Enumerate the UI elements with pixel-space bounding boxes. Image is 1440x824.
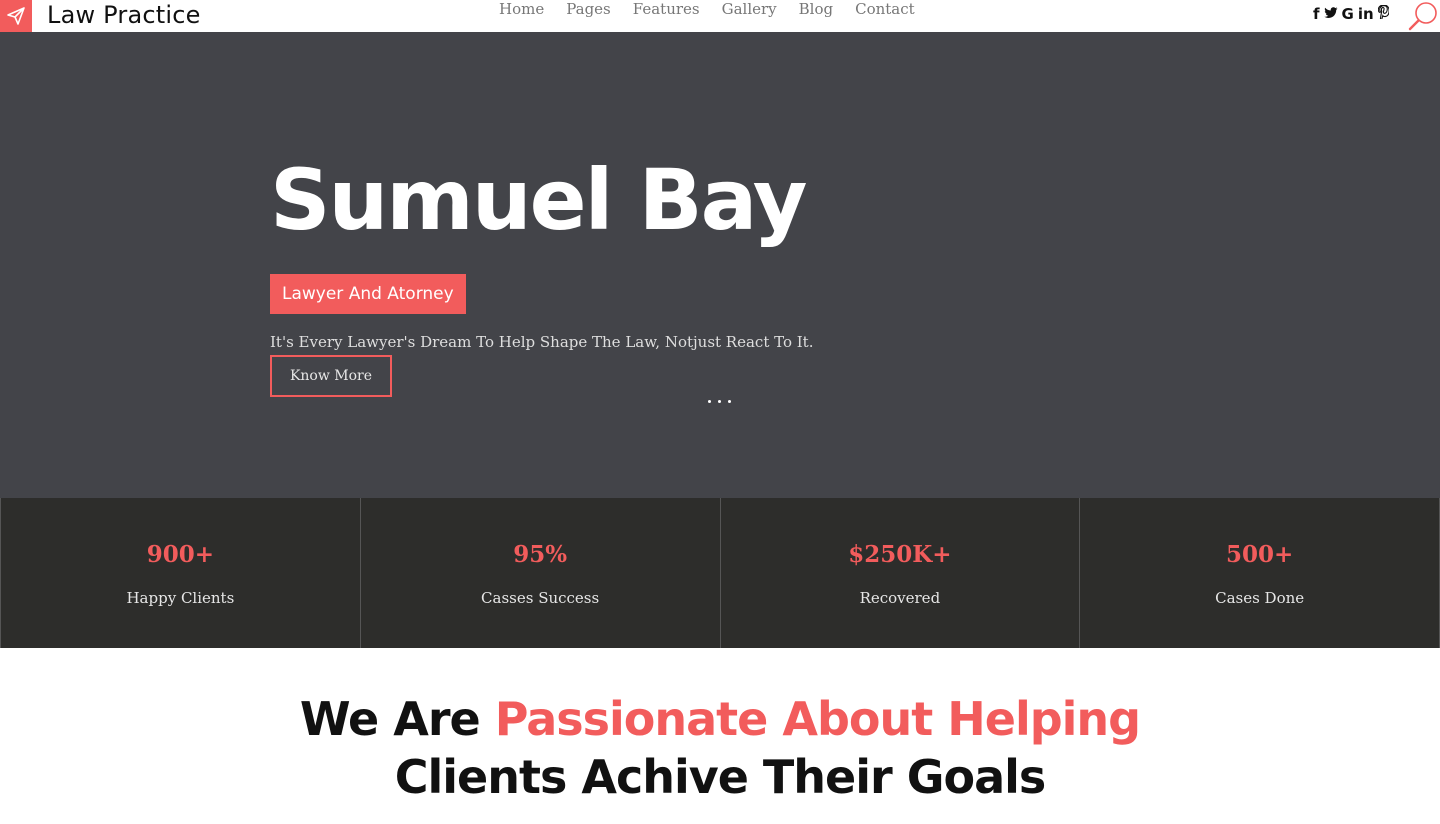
stat-value: 900+ <box>146 541 215 568</box>
headline-accent: Passionate About Helping <box>494 692 1141 746</box>
hero-title: Sumuel Bay <box>270 151 808 249</box>
slider-dot[interactable] <box>718 400 721 403</box>
stat-label: Happy Clients <box>126 589 235 607</box>
hero-section: Sumuel Bay Lawyer And Atorney It's Every… <box>0 32 1440 498</box>
stat-label: Casses Success <box>481 589 600 607</box>
stat-cases-success: 95% Casses Success <box>361 498 721 648</box>
top-header: Law Practice Home Pages Features Gallery… <box>0 0 1440 32</box>
hero-tagline: It's Every Lawyer's Dream To Help Shape … <box>270 333 814 351</box>
logo-badge[interactable] <box>0 0 32 32</box>
facebook-icon[interactable]: f <box>1313 4 1320 24</box>
nav-gallery[interactable]: Gallery <box>722 0 777 22</box>
social-links: f G in <box>1313 4 1390 24</box>
stat-value: 500+ <box>1225 541 1294 568</box>
stat-label: Cases Done <box>1215 589 1305 607</box>
paper-plane-icon <box>7 7 25 25</box>
know-more-button[interactable]: Know More <box>270 355 392 397</box>
twitter-icon[interactable] <box>1323 4 1338 24</box>
pinterest-icon[interactable] <box>1377 4 1390 24</box>
slider-dot[interactable] <box>728 400 731 403</box>
stat-recovered: $250K+ Recovered <box>721 498 1081 648</box>
stat-value: $250K+ <box>848 541 952 568</box>
slider-dots[interactable] <box>708 400 731 403</box>
nav-features[interactable]: Features <box>633 0 700 22</box>
stat-happy-clients: 900+ Happy Clients <box>1 498 361 648</box>
brand-name[interactable]: Law Practice <box>47 0 201 32</box>
main-nav: Home Pages Features Gallery Blog Contact <box>488 0 926 22</box>
search-icon <box>1408 2 1437 31</box>
slider-dot[interactable] <box>708 400 711 403</box>
headline-lead: We Are <box>299 692 495 746</box>
search-button[interactable] <box>1404 0 1440 32</box>
stats-section: 900+ Happy Clients 95% Casses Success $2… <box>0 498 1440 648</box>
google-icon[interactable]: G <box>1342 4 1354 24</box>
headline-rest: Clients Achive Their Goals <box>394 750 1047 804</box>
nav-home[interactable]: Home <box>499 0 544 22</box>
hero-badge: Lawyer And Atorney <box>270 274 466 314</box>
nav-contact[interactable]: Contact <box>855 0 915 22</box>
nav-pages[interactable]: Pages <box>566 0 611 22</box>
section-headline: We Are Passionate About Helping Clients … <box>0 690 1440 806</box>
linkedin-icon[interactable]: in <box>1358 4 1374 24</box>
stat-value: 95% <box>513 541 568 568</box>
stat-label: Recovered <box>859 589 941 607</box>
nav-blog[interactable]: Blog <box>799 0 833 22</box>
stat-cases-done: 500+ Cases Done <box>1080 498 1440 648</box>
